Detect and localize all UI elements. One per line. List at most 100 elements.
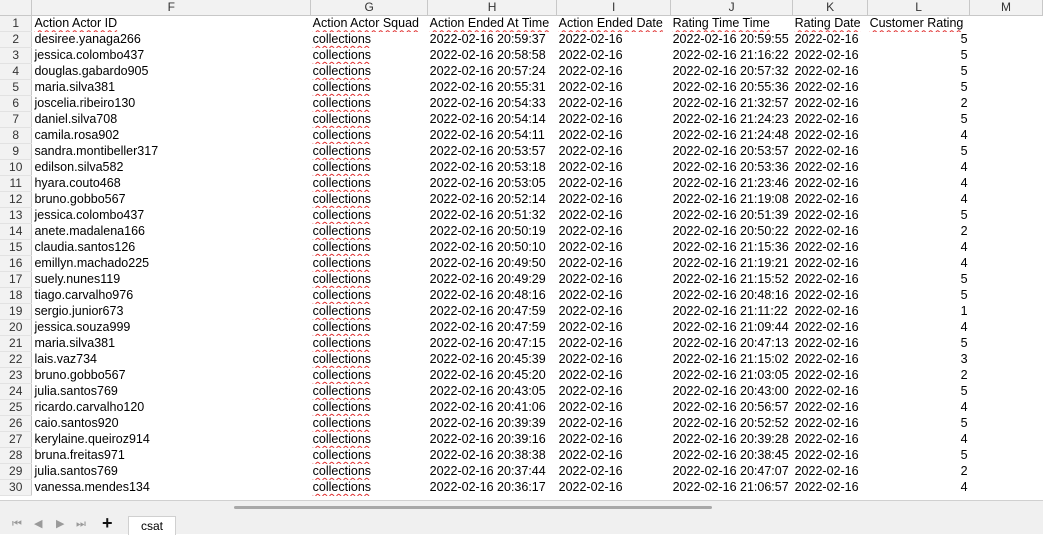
empty-cell[interactable] <box>970 208 1043 224</box>
column-header-i[interactable]: I <box>556 0 672 16</box>
ended-time-cell[interactable]: 2022-02-16 20:59:37 <box>428 32 557 48</box>
actor-id-cell[interactable]: bruno.gobbo567 <box>32 192 311 208</box>
squad-cell[interactable]: collections <box>311 224 428 240</box>
rating-time-cell[interactable]: 2022-02-16 20:57:32 <box>671 64 793 80</box>
header-cell[interactable]: Rating Date <box>793 16 868 32</box>
customer-rating-cell[interactable]: 4 <box>868 128 970 144</box>
row-number[interactable]: 11 <box>0 175 33 192</box>
ended-date-cell[interactable]: 2022-02-16 <box>557 144 671 160</box>
squad-cell[interactable]: collections <box>311 320 428 336</box>
rating-time-cell[interactable]: 2022-02-16 20:51:39 <box>671 208 793 224</box>
rating-time-cell[interactable]: 2022-02-16 20:55:36 <box>671 80 793 96</box>
actor-id-cell[interactable]: edilson.silva582 <box>32 160 311 176</box>
ended-time-cell[interactable]: 2022-02-16 20:37:44 <box>428 464 557 480</box>
ended-time-cell[interactable]: 2022-02-16 20:39:16 <box>428 432 557 448</box>
rating-time-cell[interactable]: 2022-02-16 21:11:22 <box>671 304 793 320</box>
actor-id-cell[interactable]: sandra.montibeller317 <box>32 144 311 160</box>
header-cell[interactable]: Action Actor Squad <box>311 16 428 32</box>
customer-rating-cell[interactable]: 3 <box>868 352 970 368</box>
rating-date-cell[interactable]: 2022-02-16 <box>793 96 868 112</box>
rating-time-cell[interactable]: 2022-02-16 20:38:45 <box>671 448 793 464</box>
row-number[interactable]: 27 <box>0 431 33 448</box>
actor-id-cell[interactable]: ricardo.carvalho120 <box>32 400 311 416</box>
customer-rating-cell[interactable]: 5 <box>868 272 970 288</box>
squad-cell[interactable]: collections <box>311 192 428 208</box>
rating-date-cell[interactable]: 2022-02-16 <box>793 128 868 144</box>
actor-id-cell[interactable]: joscelia.ribeiro130 <box>32 96 311 112</box>
ended-time-cell[interactable]: 2022-02-16 20:57:24 <box>428 64 557 80</box>
row-number[interactable]: 23 <box>0 367 33 384</box>
customer-rating-cell[interactable]: 5 <box>868 384 970 400</box>
squad-cell[interactable]: collections <box>311 384 428 400</box>
row-number[interactable]: 28 <box>0 447 33 464</box>
empty-cell[interactable] <box>970 160 1043 176</box>
row-number[interactable]: 26 <box>0 415 33 432</box>
rating-time-cell[interactable]: 2022-02-16 21:15:36 <box>671 240 793 256</box>
ended-date-cell[interactable]: 2022-02-16 <box>557 112 671 128</box>
select-all-corner[interactable] <box>0 0 33 16</box>
empty-cell[interactable] <box>970 256 1043 272</box>
rating-date-cell[interactable]: 2022-02-16 <box>793 176 868 192</box>
ended-time-cell[interactable]: 2022-02-16 20:53:18 <box>428 160 557 176</box>
tab-csat[interactable]: csat <box>128 516 176 535</box>
row-number[interactable]: 13 <box>0 207 33 224</box>
column-header-l[interactable]: L <box>867 0 971 16</box>
rating-date-cell[interactable]: 2022-02-16 <box>793 304 868 320</box>
column-header-f[interactable]: F <box>31 0 312 16</box>
ended-date-cell[interactable]: 2022-02-16 <box>557 288 671 304</box>
squad-cell[interactable]: collections <box>311 304 428 320</box>
actor-id-cell[interactable]: caio.santos920 <box>32 416 311 432</box>
ended-date-cell[interactable]: 2022-02-16 <box>557 224 671 240</box>
empty-cell[interactable] <box>970 64 1043 80</box>
actor-id-cell[interactable]: camila.rosa902 <box>32 128 311 144</box>
ended-time-cell[interactable]: 2022-02-16 20:47:59 <box>428 320 557 336</box>
empty-cell[interactable] <box>970 192 1043 208</box>
customer-rating-cell[interactable]: 5 <box>868 32 970 48</box>
customer-rating-cell[interactable]: 2 <box>868 96 970 112</box>
empty-cell[interactable] <box>970 144 1043 160</box>
row-number[interactable]: 2 <box>0 31 33 48</box>
customer-rating-cell[interactable]: 5 <box>868 288 970 304</box>
row-number[interactable]: 30 <box>0 479 33 496</box>
ended-date-cell[interactable]: 2022-02-16 <box>557 48 671 64</box>
rating-date-cell[interactable]: 2022-02-16 <box>793 368 868 384</box>
row-number[interactable]: 8 <box>0 127 33 144</box>
squad-cell[interactable]: collections <box>311 368 428 384</box>
ended-time-cell[interactable]: 2022-02-16 20:47:59 <box>428 304 557 320</box>
ended-time-cell[interactable]: 2022-02-16 20:54:33 <box>428 96 557 112</box>
row-number[interactable]: 20 <box>0 319 33 336</box>
actor-id-cell[interactable]: claudia.santos126 <box>32 240 311 256</box>
row-number[interactable]: 5 <box>0 79 33 96</box>
rating-date-cell[interactable]: 2022-02-16 <box>793 288 868 304</box>
rating-time-cell[interactable]: 2022-02-16 21:19:21 <box>671 256 793 272</box>
customer-rating-cell[interactable]: 4 <box>868 256 970 272</box>
rating-time-cell[interactable]: 2022-02-16 21:09:44 <box>671 320 793 336</box>
ended-date-cell[interactable]: 2022-02-16 <box>557 480 671 496</box>
actor-id-cell[interactable]: suely.nunes119 <box>32 272 311 288</box>
row-number[interactable]: 1 <box>0 15 33 32</box>
squad-cell[interactable]: collections <box>311 256 428 272</box>
ended-date-cell[interactable]: 2022-02-16 <box>557 128 671 144</box>
ended-time-cell[interactable]: 2022-02-16 20:53:05 <box>428 176 557 192</box>
customer-rating-cell[interactable]: 4 <box>868 160 970 176</box>
squad-cell[interactable]: collections <box>311 48 428 64</box>
plus-icon[interactable]: + <box>102 514 113 532</box>
actor-id-cell[interactable]: desiree.yanaga266 <box>32 32 311 48</box>
rating-time-cell[interactable]: 2022-02-16 20:43:00 <box>671 384 793 400</box>
column-header-h[interactable]: H <box>427 0 558 16</box>
rating-date-cell[interactable]: 2022-02-16 <box>793 48 868 64</box>
customer-rating-cell[interactable]: 4 <box>868 240 970 256</box>
rating-time-cell[interactable]: 2022-02-16 21:19:08 <box>671 192 793 208</box>
squad-cell[interactable]: collections <box>311 64 428 80</box>
row-number[interactable]: 10 <box>0 159 33 176</box>
ended-date-cell[interactable]: 2022-02-16 <box>557 448 671 464</box>
rating-time-cell[interactable]: 2022-02-16 21:24:23 <box>671 112 793 128</box>
ended-time-cell[interactable]: 2022-02-16 20:38:38 <box>428 448 557 464</box>
squad-cell[interactable]: collections <box>311 400 428 416</box>
actor-id-cell[interactable]: maria.silva381 <box>32 80 311 96</box>
ended-time-cell[interactable]: 2022-02-16 20:50:10 <box>428 240 557 256</box>
customer-rating-cell[interactable]: 4 <box>868 432 970 448</box>
customer-rating-cell[interactable]: 4 <box>868 400 970 416</box>
rating-date-cell[interactable]: 2022-02-16 <box>793 208 868 224</box>
squad-cell[interactable]: collections <box>311 176 428 192</box>
